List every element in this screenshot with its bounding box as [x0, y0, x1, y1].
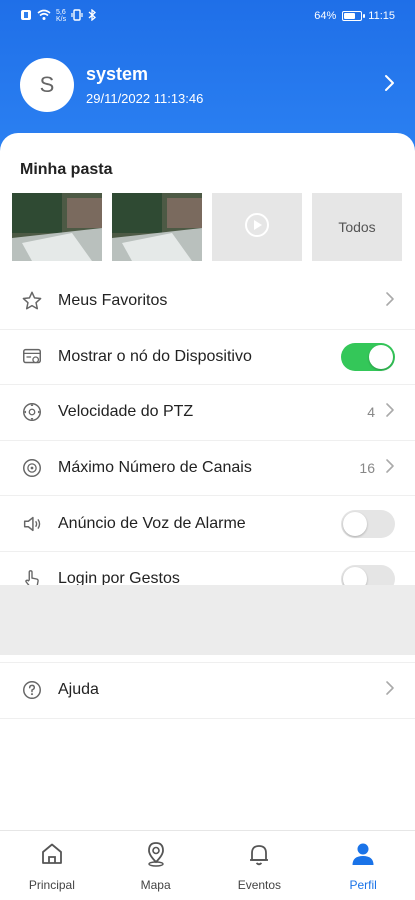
tab-perfil[interactable]: Perfil	[311, 831, 415, 900]
avatar[interactable]: S	[20, 58, 74, 112]
settings-row[interactable]: Mostrar o nó do Dispositivo	[0, 330, 415, 386]
login-datetime: 29/11/2022 11:13:46	[86, 91, 204, 106]
chevron-right-icon	[385, 680, 395, 701]
status-bar: 5,6 K/s 64% 11:15	[0, 0, 415, 32]
video-thumbnail[interactable]	[212, 193, 302, 261]
clock: 11:15	[368, 10, 395, 22]
device-node-icon	[20, 345, 44, 369]
settings-row[interactable]: Ajuda	[0, 663, 415, 719]
play-icon	[244, 212, 270, 243]
bottom-tab-bar: Principal Mapa Eventos Perfil	[0, 830, 415, 900]
settings-sheet: Minha pasta Todos Meus Favoritos Mostrar…	[0, 133, 415, 830]
chevron-right-icon	[385, 291, 395, 312]
spacer-block	[0, 585, 415, 655]
battery-icon	[342, 11, 366, 21]
map-pin-icon	[142, 840, 170, 873]
network-speed-icon: 5,6 K/s	[56, 9, 67, 23]
view-all-label: Todos	[338, 219, 376, 235]
settings-row-value: 16	[359, 460, 375, 477]
settings-row-label: Anúncio de Voz de Alarme	[58, 514, 246, 532]
battery-percent: 64%	[314, 10, 337, 22]
tab-label: Perfil	[349, 877, 377, 892]
settings-row-value: 4	[367, 404, 375, 421]
settings-row-label: Mostrar o nó do Dispositivo	[58, 347, 252, 365]
chevron-right-icon	[385, 402, 395, 423]
tab-eventos[interactable]: Eventos	[208, 831, 312, 900]
profile-header[interactable]: S system 29/11/2022 11:13:46	[0, 55, 415, 115]
channels-icon	[20, 456, 44, 480]
snapshot-thumbnail[interactable]	[12, 193, 102, 261]
settings-row[interactable]: Velocidade do PTZ 4	[0, 385, 415, 441]
nfc-icon	[20, 9, 32, 24]
settings-row[interactable]: Meus Favoritos	[0, 274, 415, 330]
tab-principal[interactable]: Principal	[0, 831, 104, 900]
tab-mapa[interactable]: Mapa	[104, 831, 208, 900]
wifi-icon	[37, 9, 51, 24]
settings-row[interactable]: Anúncio de Voz de Alarme	[0, 496, 415, 552]
view-all-button[interactable]: Todos	[312, 193, 402, 261]
speaker-icon	[20, 512, 44, 536]
bell-icon	[245, 840, 273, 873]
toggle-switch[interactable]	[341, 342, 395, 371]
my-folder-title: Minha pasta	[20, 161, 113, 178]
toggle-switch[interactable]	[341, 509, 395, 538]
chevron-right-icon	[385, 458, 395, 479]
vibrate-icon	[71, 8, 83, 24]
help-icon	[20, 678, 44, 702]
settings-row[interactable]: Máximo Número de Canais 16	[0, 441, 415, 497]
settings-row-label: Velocidade do PTZ	[58, 403, 194, 421]
home-icon	[38, 840, 66, 873]
chevron-right-icon[interactable]	[383, 74, 395, 97]
bluetooth-icon	[88, 8, 97, 24]
settings-row-label: Ajuda	[58, 681, 99, 699]
settings-row-label: Meus Favoritos	[58, 292, 168, 310]
tab-label: Mapa	[140, 877, 171, 892]
settings-row-label: Máximo Número de Canais	[58, 459, 252, 477]
toggle-knob	[369, 344, 393, 369]
snapshot-thumbnail[interactable]	[112, 193, 202, 261]
toggle-knob	[343, 511, 367, 536]
tab-label: Eventos	[237, 877, 282, 892]
ptz-speed-icon	[20, 400, 44, 424]
person-icon	[349, 840, 377, 873]
tab-label: Principal	[28, 877, 75, 892]
star-icon	[20, 289, 44, 313]
username: system	[86, 64, 149, 84]
my-folder-thumbnails: Todos	[12, 193, 402, 261]
